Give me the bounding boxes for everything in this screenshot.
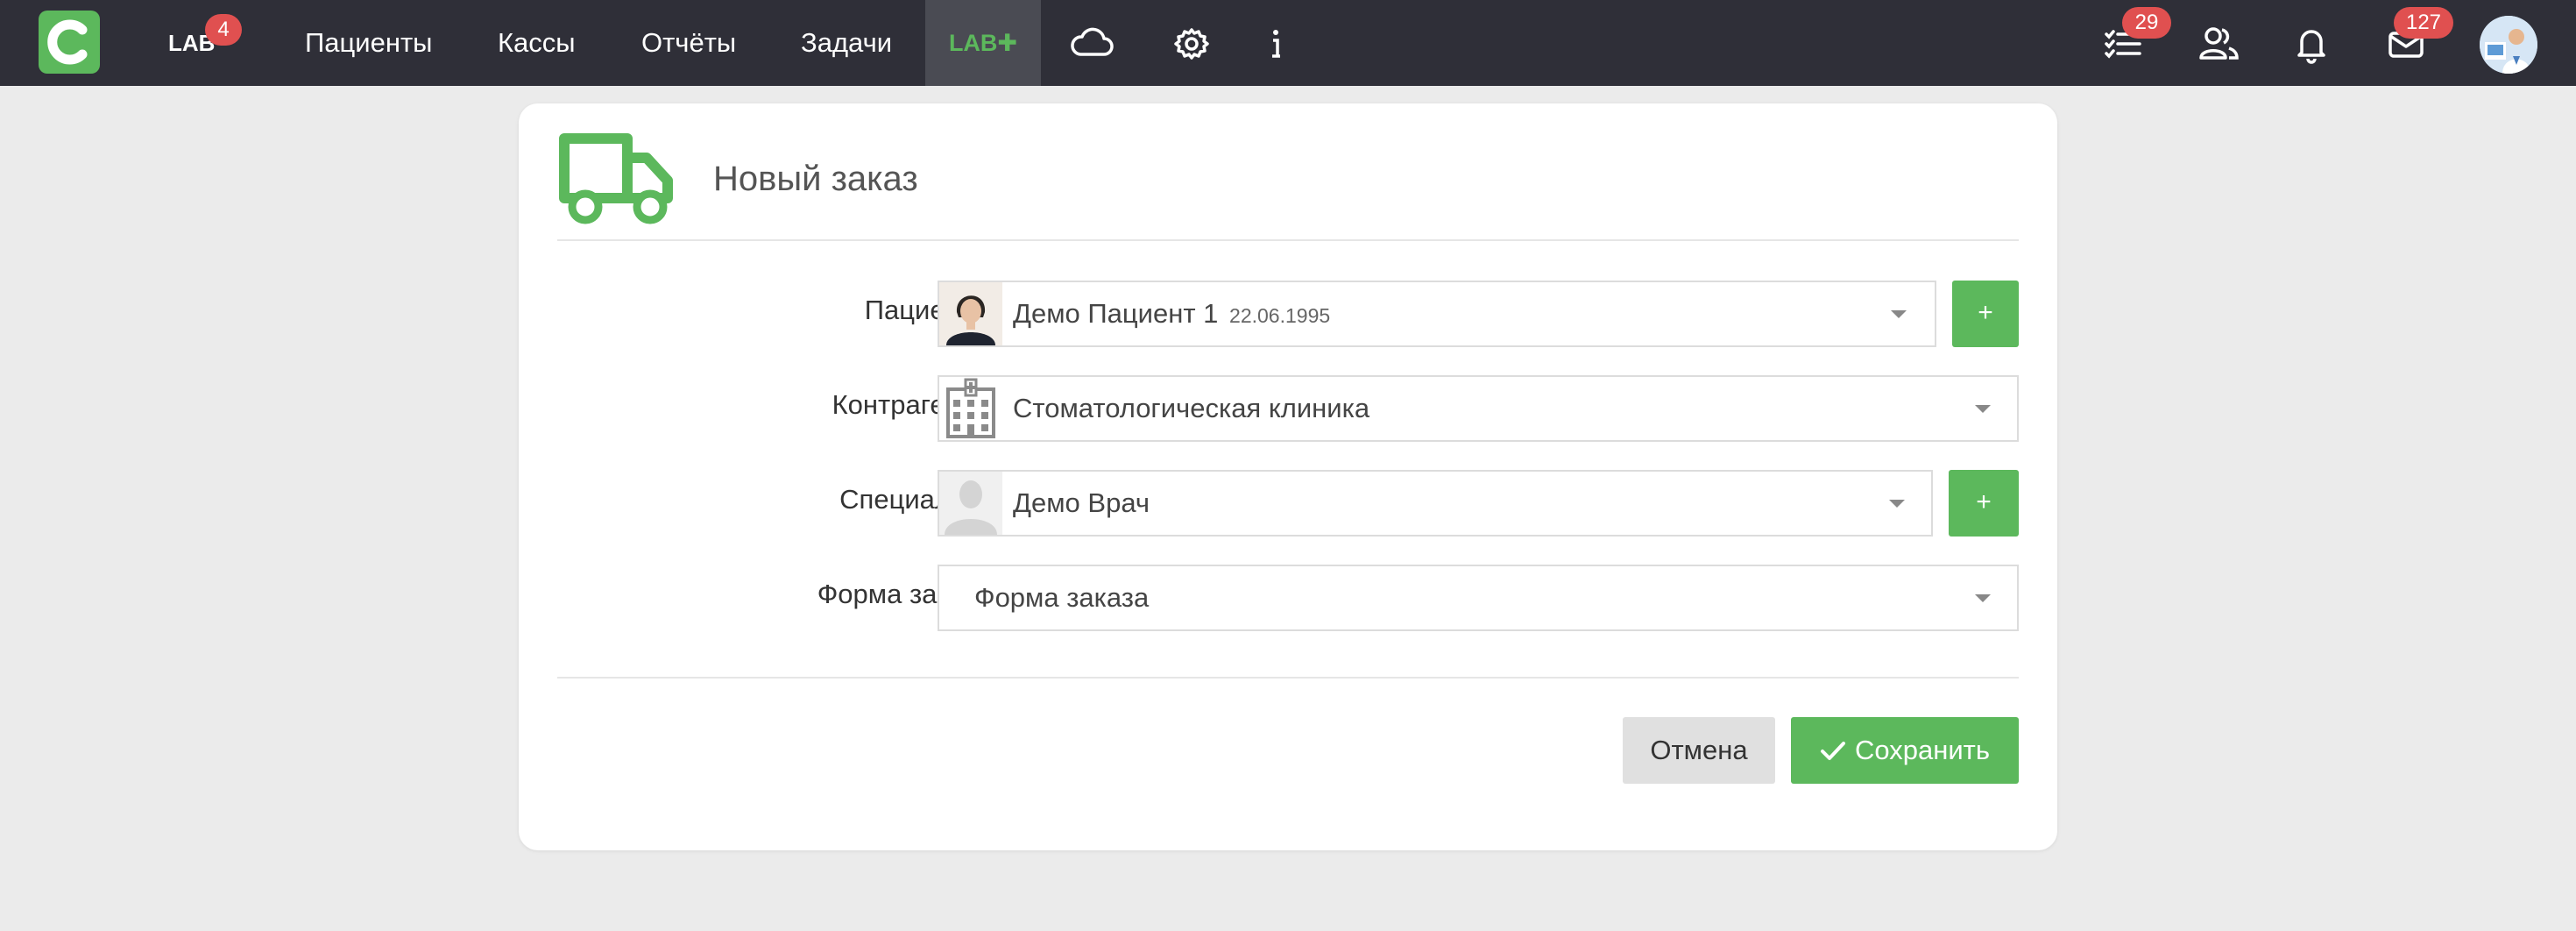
page-title: Новый заказ xyxy=(713,160,918,198)
contractor-value: Стоматологическая клиника xyxy=(1013,393,1370,423)
info-icon[interactable] xyxy=(1251,19,1300,68)
logo-icon[interactable] xyxy=(39,11,100,74)
save-button[interactable]: Сохранить xyxy=(1791,717,2019,784)
building-icon xyxy=(939,377,1002,440)
users-icon[interactable] xyxy=(2194,19,2243,68)
nav-reports[interactable]: Отчёты xyxy=(641,0,736,86)
messages-badge: 127 xyxy=(2394,7,2453,39)
specialist-avatar-placeholder xyxy=(939,472,1002,535)
add-specialist-button[interactable]: + xyxy=(1949,470,2019,537)
patient-select[interactable]: Демо Пациент 1 22.06.1995 xyxy=(938,281,1936,347)
new-order-card: Новый заказ Пациент* Демо Пациент 1 22.0… xyxy=(519,103,2057,850)
chevron-down-icon xyxy=(1975,405,1991,413)
nav-tasks[interactable]: Задачи xyxy=(801,0,892,86)
chevron-down-icon xyxy=(1975,594,1991,602)
top-navbar: LAB 4 Пациенты Кассы Отчёты Задачи LAB✚ xyxy=(0,0,2576,86)
nav-kassy[interactable]: Кассы xyxy=(498,0,576,86)
chevron-down-icon xyxy=(1891,310,1907,318)
contractor-select[interactable]: Стоматологическая клиника xyxy=(938,375,2019,442)
avatar[interactable] xyxy=(2480,16,2537,74)
patient-photo xyxy=(939,282,1002,345)
nav-lab[interactable]: LAB xyxy=(168,0,215,86)
patient-dob: 22.06.1995 xyxy=(1229,304,1331,327)
chevron-down-icon xyxy=(1889,500,1905,508)
lab-badge: 4 xyxy=(205,14,242,46)
patient-name: Демо Пациент 1 xyxy=(1013,298,1219,329)
specialist-select[interactable]: Демо Врач xyxy=(938,470,1933,537)
truck-icon xyxy=(559,131,675,231)
nav-patients[interactable]: Пациенты xyxy=(305,0,432,86)
check-icon xyxy=(1820,742,1845,760)
specialist-value: Демо Врач xyxy=(1013,487,1150,518)
order-form-select[interactable]: Форма заказа xyxy=(938,565,2019,631)
cloud-icon[interactable] xyxy=(1067,19,1116,68)
order-form-value: Форма заказа xyxy=(974,582,1150,613)
divider xyxy=(557,677,2019,679)
cancel-button[interactable]: Отмена xyxy=(1623,717,1775,784)
divider xyxy=(557,239,2019,241)
save-button-label: Сохранить xyxy=(1854,735,1991,765)
bell-icon[interactable] xyxy=(2287,19,2336,68)
add-patient-button[interactable]: + xyxy=(1952,281,2019,347)
tasks-badge: 29 xyxy=(2122,7,2171,39)
nav-lab-plus[interactable]: LAB✚ xyxy=(925,0,1041,86)
patient-value: Демо Пациент 1 22.06.1995 xyxy=(1013,282,1330,347)
gear-icon[interactable] xyxy=(1167,19,1216,68)
